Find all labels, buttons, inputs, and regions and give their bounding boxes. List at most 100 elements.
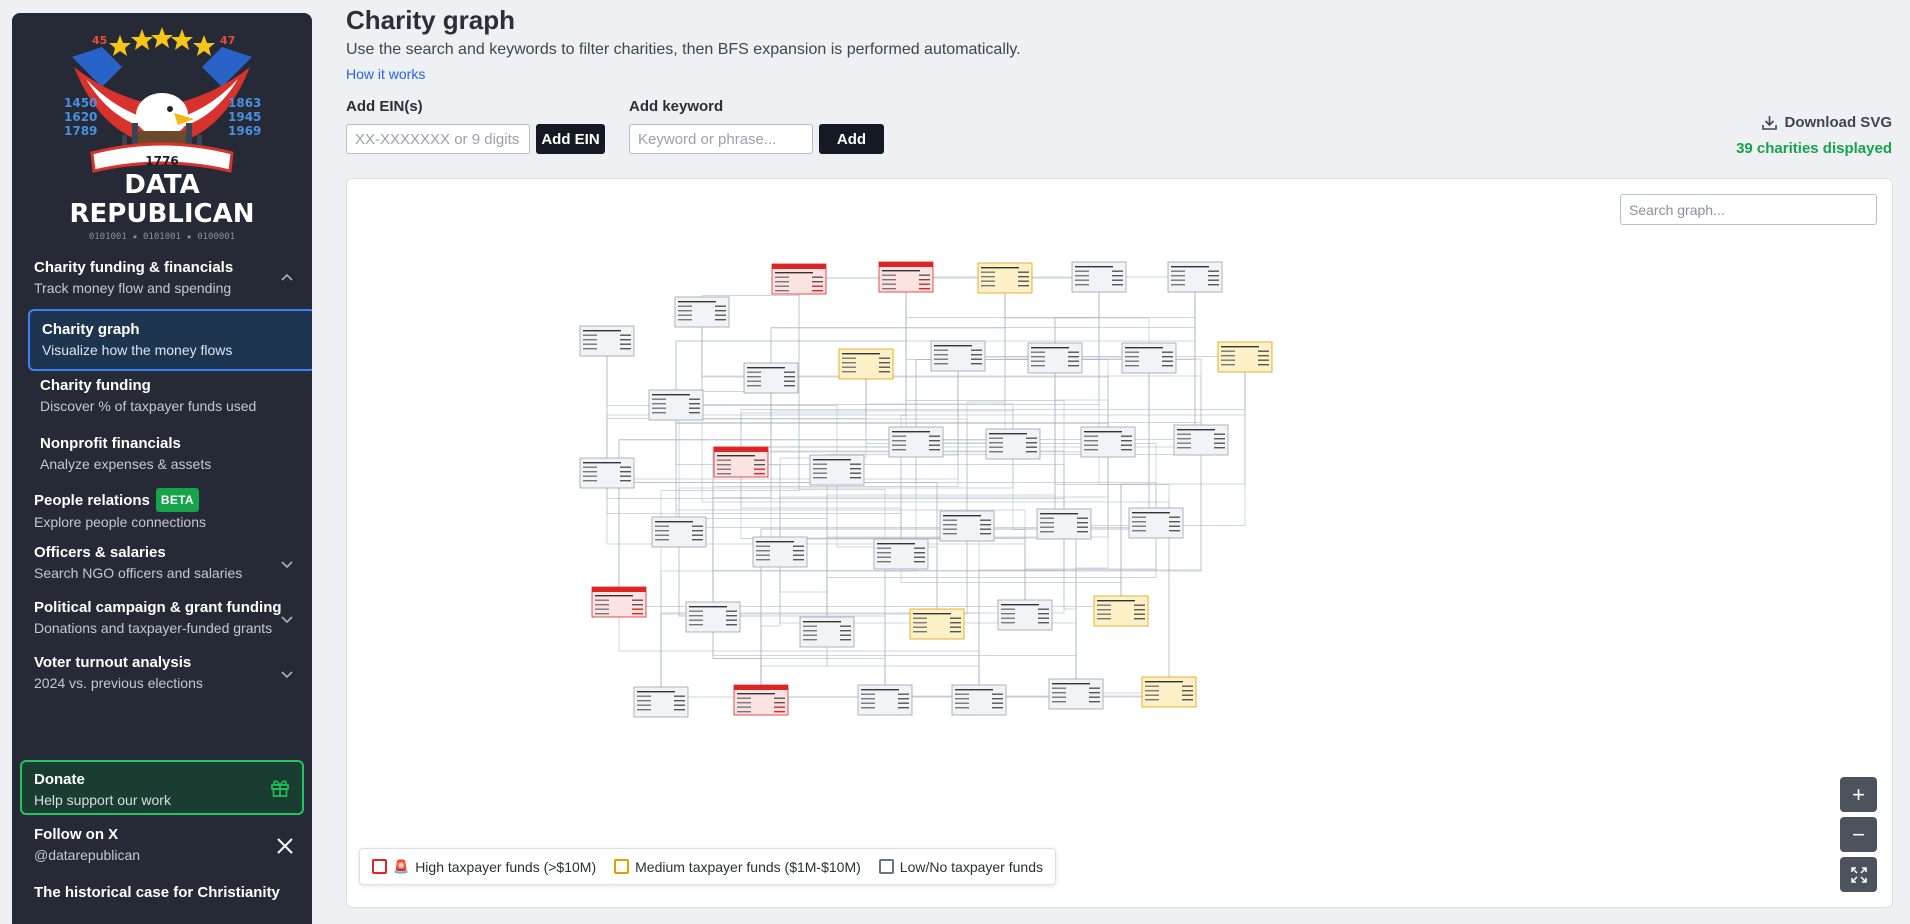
zoom-out-button[interactable]: −	[1840, 817, 1877, 852]
chevron-down-icon[interactable]	[280, 667, 294, 681]
legend-low: Low/No taxpayer funds	[878, 858, 1043, 875]
section-officers-salaries[interactable]: Officers & salaries Search NGO officers …	[34, 543, 304, 583]
gift-icon	[271, 780, 289, 797]
charity-node[interactable]	[1048, 678, 1104, 710]
section-charity-funding-financials[interactable]: Charity funding & financials Track money…	[34, 258, 304, 298]
charity-node[interactable]	[579, 457, 635, 489]
charity-node[interactable]	[857, 684, 913, 716]
sidebar-item-nonprofit-financials[interactable]: Nonprofit financials Analyze expenses & …	[28, 425, 312, 483]
section-subtitle: Donations and taxpayer-funded grants	[34, 620, 273, 636]
add-keyword-button[interactable]: Add	[819, 124, 884, 154]
download-label: Download SVG	[1784, 114, 1892, 131]
charity-node[interactable]	[1080, 426, 1136, 458]
charity-node[interactable]	[1128, 507, 1184, 539]
add-ein-button[interactable]: Add EIN	[536, 124, 605, 154]
charity-node[interactable]	[951, 684, 1007, 716]
charity-node[interactable]	[771, 263, 827, 295]
chevron-down-icon[interactable]	[280, 557, 294, 571]
svg-text:45: 45	[92, 34, 107, 47]
section-title: People relations BETA	[34, 488, 304, 512]
charity-node[interactable]	[1027, 342, 1083, 374]
charity-node[interactable]	[838, 348, 894, 380]
section-voter-turnout-analysis[interactable]: Voter turnout analysis 2024 vs. previous…	[34, 653, 304, 693]
item-subtitle: Visualize how the money flows	[42, 342, 233, 358]
item-title: Nonprofit financials	[40, 435, 181, 452]
beta-badge: BETA	[155, 488, 199, 512]
chevron-up-icon[interactable]	[280, 270, 294, 284]
charity-node[interactable]	[651, 516, 707, 548]
charity-node[interactable]	[997, 599, 1053, 631]
fit-screen-button[interactable]	[1840, 857, 1877, 892]
charity-node[interactable]	[799, 616, 855, 648]
charity-node[interactable]	[1036, 508, 1092, 540]
keyword-input[interactable]	[629, 124, 813, 154]
svg-text:1969: 1969	[228, 124, 261, 138]
item-title: Charity funding	[40, 377, 151, 394]
follow-on-x-link[interactable]: Follow on X @datarepublican	[34, 825, 304, 865]
sidebar-item-charity-funding[interactable]: Charity funding Discover % of taxpayer f…	[28, 367, 312, 425]
legend-low-label: Low/No taxpayer funds	[899, 858, 1043, 875]
charity-node[interactable]	[888, 426, 944, 458]
donate-subtitle: Help support our work	[34, 792, 171, 808]
charity-node[interactable]	[752, 536, 808, 568]
charity-node[interactable]	[579, 325, 635, 357]
donate-button[interactable]: Donate Help support our work	[20, 760, 304, 815]
ein-label: Add EIN(s)	[346, 98, 423, 115]
section-people-relations[interactable]: People relations BETA Explore people conn…	[34, 488, 304, 532]
charity-node[interactable]	[809, 454, 865, 486]
follow-title: Follow on X	[34, 826, 119, 843]
charity-node[interactable]	[1121, 342, 1177, 374]
sidebar-item-charity-graph[interactable]: Charity graph Visualize how the money fl…	[28, 309, 312, 371]
charity-node[interactable]	[1173, 424, 1229, 456]
graph-edge	[1120, 357, 1246, 611]
data-republican-logo[interactable]: 45 47 1450 1620 1789 1863 1945 1969 1776…	[62, 27, 262, 245]
how-it-works-link[interactable]: How it works	[346, 66, 425, 82]
graph-edge	[770, 378, 781, 552]
charity-node[interactable]	[985, 428, 1041, 460]
ein-input[interactable]	[346, 124, 530, 154]
charity-node[interactable]	[1093, 595, 1149, 627]
graph-edge	[701, 312, 968, 526]
charity-node[interactable]	[685, 601, 741, 633]
graph-legend: 🚨 High taxpayer funds (>$10M) Medium tax…	[359, 848, 1056, 885]
charity-node[interactable]	[743, 362, 799, 394]
charity-node[interactable]	[1071, 261, 1127, 293]
svg-text:1620: 1620	[64, 110, 97, 124]
charity-node[interactable]	[713, 446, 769, 478]
charity-node[interactable]	[591, 586, 647, 618]
charity-node[interactable]	[930, 340, 986, 372]
graph-edge	[957, 356, 1246, 357]
graph-search-input[interactable]	[1620, 194, 1877, 225]
section-title: Voter turnout analysis	[34, 654, 192, 671]
svg-text:1450: 1450	[64, 96, 97, 110]
legend-low-swatch	[878, 859, 894, 874]
charity-node[interactable]	[674, 296, 730, 328]
graph-edge	[779, 526, 968, 552]
charity-node[interactable]	[633, 686, 689, 718]
charity-node[interactable]	[939, 510, 995, 542]
graph-edge	[760, 552, 781, 700]
sidebar: 45 47 1450 1620 1789 1863 1945 1969 1776…	[12, 13, 312, 924]
legend-medium-swatch	[614, 859, 630, 874]
chevron-down-icon[interactable]	[280, 612, 294, 626]
charity-node[interactable]	[648, 389, 704, 421]
section-political-campaign-grant-funding[interactable]: Political campaign & grant funding Donat…	[34, 598, 304, 638]
charity-graph-canvas[interactable]: + − 🚨 High taxpayer funds (>$10M) Medium…	[346, 178, 1893, 908]
download-svg-button[interactable]: Download SVG	[1761, 114, 1892, 131]
donate-title: Donate	[34, 771, 85, 788]
charity-node[interactable]	[977, 262, 1033, 294]
zoom-in-button[interactable]: +	[1840, 777, 1877, 812]
charity-node[interactable]	[873, 538, 929, 570]
section-title: Charity funding & financials	[34, 259, 234, 276]
charity-node[interactable]	[733, 684, 789, 716]
charity-node[interactable]	[878, 261, 934, 293]
charity-node[interactable]	[1217, 341, 1273, 373]
graph-edge	[884, 442, 917, 700]
charity-node[interactable]	[1141, 676, 1197, 708]
graph-edge	[660, 279, 800, 702]
network-graph[interactable]	[347, 179, 1893, 908]
charity-node[interactable]	[1167, 261, 1223, 293]
historical-case-link[interactable]: The historical case for Christianity	[34, 883, 304, 903]
charity-node[interactable]	[909, 608, 965, 640]
svg-text:0101001 ★ 0101001 ★ 0100001: 0101001 ★ 0101001 ★ 0100001	[89, 232, 235, 242]
